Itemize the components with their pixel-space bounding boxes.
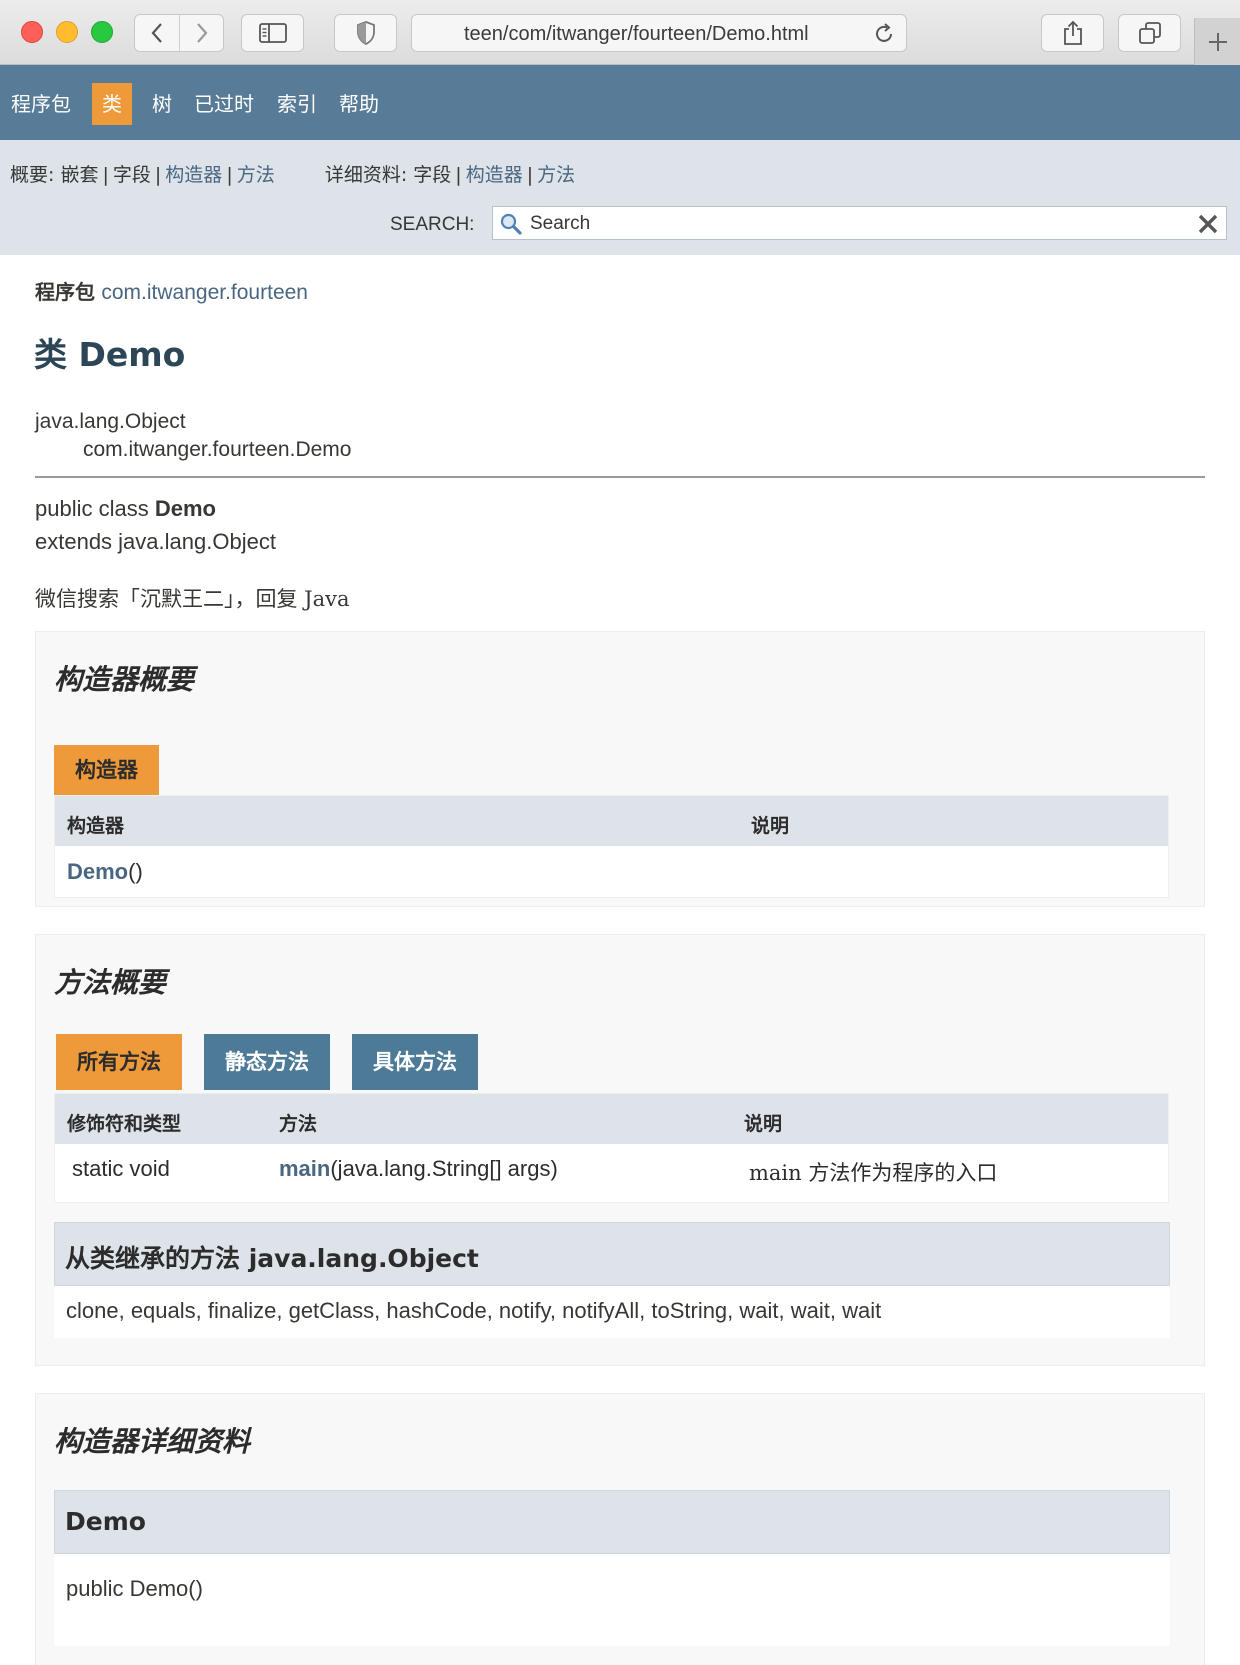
back-button[interactable]	[135, 15, 179, 51]
tabs-icon	[1138, 22, 1161, 44]
sub-nav-bar: 概要: 嵌套 | 字段 | 构造器 | 方法 详细资料: 字段 | 构造器 | 方法 SEARCH:…	[0, 140, 1240, 255]
method-summary-section: 方法概要 所有方法 静态方法 具体方法 修饰符和类型 方法 说明 static …	[35, 934, 1205, 1366]
package-link[interactable]: com.itwanger.fourteen	[101, 281, 308, 304]
column-header-constructor: 构造器	[67, 815, 125, 837]
address-bar[interactable]: teen/com/itwanger/fourteen/Demo.html	[411, 14, 907, 52]
reload-icon[interactable]	[872, 22, 896, 46]
summary-nested: 嵌套	[60, 164, 99, 186]
package-line: 程序包 com.itwanger.fourteen	[35, 276, 308, 305]
column-header-modifier: 修饰符和类型	[67, 1113, 182, 1135]
declaration-prefix: public class	[35, 496, 155, 521]
nav-help[interactable]: 帮助	[329, 83, 389, 125]
share-button[interactable]	[1041, 14, 1104, 52]
summary-methods-link[interactable]: 方法	[237, 164, 275, 186]
summary-label: 概要:	[10, 164, 55, 186]
nav-tree[interactable]: 树	[142, 83, 182, 125]
method-description: main 方法作为程序的入口	[749, 1161, 998, 1185]
method-link-main[interactable]: main	[279, 1156, 330, 1181]
constructor-signature: public Demo()	[66, 1576, 203, 1601]
history-nav	[134, 14, 224, 52]
search-label: SEARCH:	[390, 214, 475, 235]
plus-icon	[1208, 32, 1227, 51]
declaration-extends: extends java.lang.Object	[35, 529, 276, 554]
inherited-methods-text: clone, equals, finalize, getClass, hashC…	[66, 1298, 882, 1323]
shield-icon	[356, 21, 375, 45]
url-text: teen/com/itwanger/fourteen/Demo.html	[464, 23, 809, 45]
detail-label: 详细资料:	[324, 164, 408, 186]
constructor-detail-section: 构造器详细资料 Demo public Demo()	[35, 1393, 1205, 1665]
table-header: 构造器 说明	[55, 796, 1168, 846]
section-title: 构造器概要	[54, 663, 195, 696]
parent-class: java.lang.Object	[35, 410, 186, 433]
summary-fields: 字段	[112, 164, 151, 186]
page-title: 类 Demo	[34, 335, 186, 374]
class-declaration: public class Demo extends java.lang.Obje…	[35, 492, 276, 558]
divider	[35, 476, 1205, 478]
nav-class[interactable]: 类	[92, 83, 132, 125]
column-header-method: 方法	[279, 1113, 318, 1135]
summary-constructors-link[interactable]: 构造器	[165, 164, 222, 186]
top-nav-bar: 程序包 类 树 已过时 索引 帮助	[0, 65, 1240, 140]
search-input[interactable]: Search	[492, 206, 1227, 240]
class-description: 微信搜索「沉默王二」，回复 Java	[35, 587, 350, 611]
detail-fields: 字段	[413, 164, 452, 186]
summary-detail-links: 概要: 嵌套 | 字段 | 构造器 | 方法 详细资料: 字段 | 构造器 | 方法	[10, 164, 576, 186]
new-tab-button[interactable]	[1194, 18, 1240, 65]
constructor-table-caption: 构造器	[54, 745, 159, 795]
section-title: 构造器详细资料	[54, 1425, 251, 1458]
search-placeholder: Search	[530, 213, 591, 234]
constructor-params: ()	[128, 859, 143, 884]
chevron-left-icon	[151, 23, 162, 43]
search-icon	[500, 213, 522, 235]
column-header-description: 说明	[744, 1113, 783, 1135]
constructor-link[interactable]: Demo	[67, 859, 128, 884]
sidebar-icon	[258, 23, 287, 43]
method-modifier: static void	[72, 1156, 170, 1181]
nav-deprecated[interactable]: 已过时	[184, 83, 264, 125]
forward-button[interactable]	[179, 15, 223, 51]
method-table: 修饰符和类型 方法 说明 static void main(java.lang.…	[54, 1093, 1169, 1203]
inherited-methods-title: 从类继承的方法 java.lang.Object	[65, 1244, 479, 1273]
constructor-detail-header: Demo	[54, 1490, 1170, 1554]
tab-all-methods[interactable]: 所有方法	[56, 1034, 182, 1090]
declaration-name: Demo	[154, 496, 216, 521]
method-params: (java.lang.String[] args)	[330, 1156, 558, 1181]
inheritance-tree: java.lang.Object com.itwanger.fourteen.D…	[35, 408, 351, 464]
constructor-table: 构造器 说明 Demo()	[54, 795, 1169, 898]
chevron-right-icon	[196, 23, 207, 43]
tab-concrete-methods[interactable]: 具体方法	[352, 1034, 478, 1090]
nav-package[interactable]: 程序包	[1, 83, 81, 125]
browser-toolbar: teen/com/itwanger/fourteen/Demo.html	[0, 0, 1240, 65]
nav-index[interactable]: 索引	[267, 83, 327, 125]
table-header: 修饰符和类型 方法 说明	[55, 1094, 1168, 1144]
window-close-button[interactable]	[21, 21, 43, 43]
column-header-description: 说明	[751, 815, 790, 837]
share-icon	[1063, 20, 1082, 45]
privacy-report-button[interactable]	[334, 14, 397, 52]
detail-methods-link[interactable]: 方法	[537, 164, 575, 186]
window-zoom-button[interactable]	[91, 21, 113, 43]
section-title: 方法概要	[54, 966, 167, 999]
sidebar-button[interactable]	[241, 14, 304, 52]
constructor-detail-name: Demo	[65, 1507, 146, 1536]
close-icon[interactable]	[1196, 212, 1220, 236]
constructor-detail-body: public Demo()	[54, 1554, 1170, 1646]
detail-constructors-link[interactable]: 构造器	[466, 164, 523, 186]
constructor-summary-section: 构造器概要 构造器 构造器 说明 Demo()	[35, 631, 1205, 907]
inherited-methods-list: clone, equals, finalize, getClass, hashC…	[54, 1286, 1170, 1338]
current-class: com.itwanger.fourteen.Demo	[83, 438, 352, 461]
window-minimize-button[interactable]	[56, 21, 78, 43]
tab-static-methods[interactable]: 静态方法	[204, 1034, 330, 1090]
inherited-methods-header: 从类继承的方法 java.lang.Object	[54, 1222, 1170, 1286]
tab-overview-button[interactable]	[1118, 14, 1181, 52]
package-label: 程序包	[35, 280, 95, 304]
